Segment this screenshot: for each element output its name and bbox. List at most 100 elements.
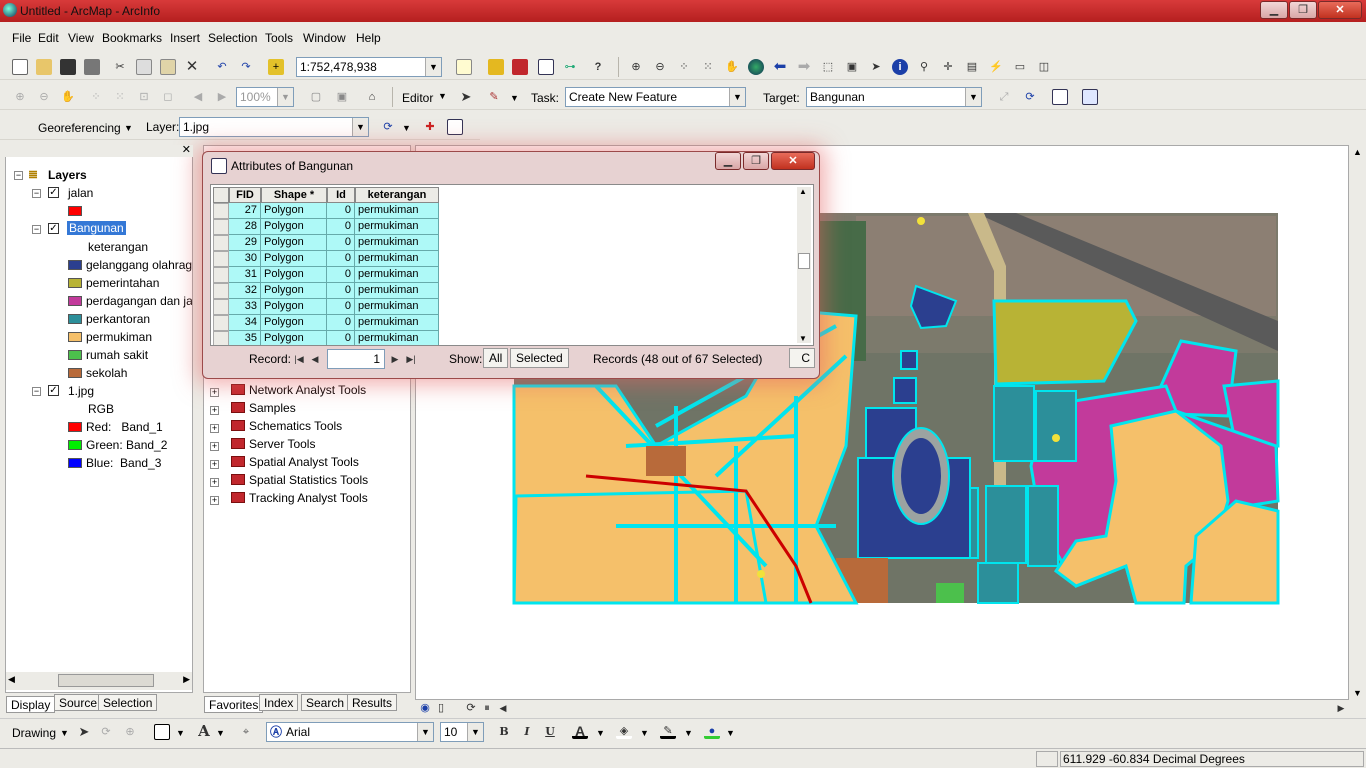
go-to-xy-icon[interactable]: ✛ xyxy=(940,59,956,75)
layer-visibility-checkbox[interactable]: ✓ xyxy=(48,187,59,198)
open-folder-icon[interactable] xyxy=(36,59,52,75)
paste-icon[interactable] xyxy=(160,59,176,75)
table-cell[interactable]: 0 xyxy=(327,235,355,251)
chevron-down-icon[interactable]: ▼ xyxy=(726,728,735,738)
previous-record-icon[interactable]: ◀ xyxy=(307,351,323,367)
menu-selection[interactable]: Selection xyxy=(208,31,257,45)
toolbox-icon[interactable] xyxy=(512,59,528,75)
tab-source[interactable]: Source xyxy=(54,694,103,711)
table-cell[interactable]: 33 xyxy=(229,299,261,315)
table-cell[interactable]: 30 xyxy=(229,251,261,267)
map-vertical-scrollbar[interactable]: ▲ ▼ xyxy=(1349,145,1366,700)
edit-vertices-icon[interactable]: ⌖ xyxy=(238,724,254,740)
options-button[interactable]: C xyxy=(789,348,815,368)
column-header-shape[interactable]: Shape * xyxy=(261,187,327,203)
line-color-icon[interactable]: ✎ xyxy=(660,723,676,739)
column-header-fid[interactable]: FID xyxy=(229,187,261,203)
rectangle-tool-icon[interactable] xyxy=(154,724,170,740)
attr-minimize-button[interactable]: ▁ xyxy=(715,152,741,170)
layer-bangunan[interactable]: Bangunan xyxy=(67,221,126,235)
text-tool-icon[interactable]: A xyxy=(196,723,212,739)
table-cell[interactable]: permukiman xyxy=(355,235,439,251)
column-header-keterangan[interactable]: keterangan xyxy=(355,187,439,203)
row-selector[interactable] xyxy=(213,299,229,315)
menu-tools[interactable]: Tools xyxy=(265,31,293,45)
clear-selection-icon[interactable]: ▣ xyxy=(844,59,860,75)
html-popup-icon[interactable]: ▭ xyxy=(1012,59,1028,75)
underline-button[interactable]: U xyxy=(542,724,558,740)
editor-menu[interactable]: Editor xyxy=(402,91,433,105)
target-combo[interactable]: Bangunan ▼ xyxy=(806,87,982,107)
fixed-zoom-page-in-icon[interactable]: ⁙ xyxy=(112,89,128,105)
arctoolbox-icon[interactable] xyxy=(488,59,504,75)
rotate-icon[interactable]: ⟳ xyxy=(380,119,396,135)
toolbox-item[interactable]: + Samples xyxy=(210,401,296,415)
menu-file[interactable]: File xyxy=(12,31,31,45)
layer-visibility-checkbox[interactable]: ✓ xyxy=(48,223,59,234)
georef-layer-combo[interactable]: 1.jpg ▼ xyxy=(179,117,369,137)
last-record-icon[interactable]: ▶| xyxy=(403,351,419,367)
tab-selection[interactable]: Selection xyxy=(98,694,158,711)
select-features-icon[interactable]: ⬚ xyxy=(820,59,836,75)
show-selected-button[interactable]: Selected xyxy=(510,348,569,368)
fixed-zoom-in-icon[interactable]: ⁘ xyxy=(676,59,692,75)
table-cell[interactable]: permukiman xyxy=(355,203,439,219)
rotate-tool-icon[interactable]: ⟳ xyxy=(1022,89,1038,105)
zoom-in-icon[interactable]: ⊕ xyxy=(628,59,644,75)
layout-zoom-out-icon[interactable]: ⊖ xyxy=(36,89,52,105)
menu-view[interactable]: View xyxy=(68,31,94,45)
chevron-down-icon[interactable]: ▼ xyxy=(467,723,483,741)
forward-extent-icon[interactable]: ➡ xyxy=(796,59,812,75)
chevron-down-icon[interactable]: ▼ xyxy=(596,728,605,738)
map-scale-combo[interactable]: 1:752,478,938 ▼ xyxy=(296,57,442,77)
chevron-down-icon[interactable]: ▼ xyxy=(60,728,69,738)
select-elements-icon[interactable]: ➤ xyxy=(868,59,884,75)
row-selector[interactable] xyxy=(213,203,229,219)
copy-icon[interactable] xyxy=(136,59,152,75)
print-icon[interactable] xyxy=(84,59,100,75)
chevron-down-icon[interactable]: ▼ xyxy=(176,728,185,738)
table-cell[interactable]: Polygon xyxy=(261,331,327,345)
refresh-icon[interactable]: ⟳ xyxy=(463,700,479,716)
collapse-icon[interactable]: − xyxy=(32,189,41,198)
table-cell[interactable]: 0 xyxy=(327,203,355,219)
hyperlink-icon[interactable]: ⚡ xyxy=(988,59,1004,75)
zoom-out-icon[interactable]: ⊖ xyxy=(652,59,668,75)
add-data-icon[interactable]: + xyxy=(268,59,284,75)
identify-icon[interactable]: i xyxy=(892,59,908,75)
chevron-down-icon[interactable]: ▼ xyxy=(402,123,411,133)
scroll-left-icon[interactable]: ◀ xyxy=(495,700,511,716)
fill-color-icon[interactable]: ◈ xyxy=(616,723,632,739)
table-cell[interactable]: 32 xyxy=(229,283,261,299)
row-selector[interactable] xyxy=(213,267,229,283)
chevron-down-icon[interactable]: ▼ xyxy=(510,93,519,103)
chevron-down-icon[interactable]: ▼ xyxy=(640,728,649,738)
row-selector[interactable] xyxy=(213,251,229,267)
menu-insert[interactable]: Insert xyxy=(170,31,200,45)
column-header-id[interactable]: Id xyxy=(327,187,355,203)
row-selector[interactable] xyxy=(213,315,229,331)
georeferencing-menu[interactable]: Georeferencing xyxy=(38,121,121,135)
layer-visibility-checkbox[interactable]: ✓ xyxy=(48,385,59,396)
close-button[interactable]: ✕ xyxy=(1318,1,1362,19)
view-link-table-icon[interactable] xyxy=(447,119,463,135)
full-extent-icon[interactable] xyxy=(748,59,764,75)
toc-close-icon[interactable]: ✕ xyxy=(182,143,191,156)
split-tool-icon[interactable]: ⤢ xyxy=(996,89,1012,105)
toolbox-item[interactable]: + Tracking Analyst Tools xyxy=(210,491,368,505)
table-cell[interactable]: 31 xyxy=(229,267,261,283)
table-cell[interactable]: permukiman xyxy=(355,315,439,331)
first-record-icon[interactable]: |◀ xyxy=(291,351,307,367)
layer-1jpg[interactable]: 1.jpg xyxy=(68,384,94,398)
delete-icon[interactable]: ✕ xyxy=(184,59,200,75)
table-cell[interactable]: Polygon xyxy=(261,219,327,235)
undo-icon[interactable]: ↶ xyxy=(214,59,230,75)
table-cell[interactable]: permukiman xyxy=(355,219,439,235)
toolbox-item[interactable]: + Schematics Tools xyxy=(210,419,342,433)
toolbox-item[interactable]: + Spatial Statistics Tools xyxy=(210,473,368,487)
time-slider-icon[interactable]: ◫ xyxy=(1036,59,1052,75)
go-back-extent-icon[interactable]: ◀ xyxy=(190,89,206,105)
chevron-down-icon[interactable]: ▼ xyxy=(216,728,225,738)
layout-view-icon[interactable]: ▯ xyxy=(433,700,449,716)
chevron-down-icon[interactable]: ▼ xyxy=(417,723,433,741)
